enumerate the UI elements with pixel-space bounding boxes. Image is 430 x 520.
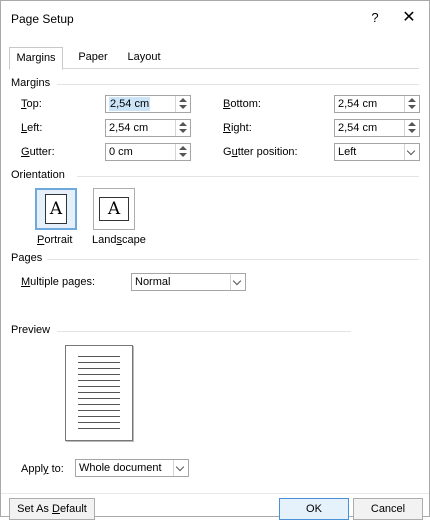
preview-text-line (78, 380, 120, 381)
spin-down-icon[interactable] (408, 105, 416, 109)
pages-group-label: Pages (11, 252, 43, 264)
pages-group-rule (47, 259, 419, 260)
spin-down-icon[interactable] (179, 129, 187, 133)
preview-text-line (78, 356, 120, 357)
spin-up-icon[interactable] (179, 122, 187, 126)
top-margin-value[interactable]: 2,54 cm (109, 97, 151, 111)
left-margin-value[interactable]: 2,54 cm (109, 121, 148, 135)
preview-text-line (78, 362, 120, 363)
spin-up-icon[interactable] (408, 98, 416, 102)
preview-group-rule (57, 331, 351, 332)
portrait-label: Portrait (37, 234, 73, 246)
gutter-position-value[interactable]: Left (338, 145, 356, 159)
chevron-down-icon[interactable] (173, 460, 188, 476)
gutter-spinner[interactable]: 0 cm (105, 143, 191, 161)
right-label: Right: (223, 122, 252, 134)
top-margin-spinner[interactable]: 2,54 cm (105, 95, 191, 113)
bottom-margin-spinner[interactable]: 2,54 cm (334, 95, 420, 113)
spin-up-icon[interactable] (408, 122, 416, 126)
landscape-page-icon: A (99, 197, 129, 221)
preview-text-line (78, 386, 120, 387)
preview-text-line (78, 410, 120, 411)
gutter-spin-arrows[interactable] (175, 144, 190, 160)
preview-group-label: Preview (11, 324, 51, 336)
margins-group-label: Margins (11, 77, 51, 89)
margins-group-rule (57, 84, 419, 85)
title-bar: Page Setup ? ✕ (1, 1, 429, 35)
preview-text-line (78, 422, 120, 423)
preview-text-line (78, 374, 120, 375)
landscape-button[interactable]: A (93, 188, 135, 230)
preview-text-line (78, 392, 120, 393)
bottom-margin-spin-arrows[interactable] (404, 96, 419, 112)
orientation-group-rule (77, 176, 419, 177)
right-margin-value[interactable]: 2,54 cm (338, 121, 377, 135)
left-margin-spinner[interactable]: 2,54 cm (105, 119, 191, 137)
close-button[interactable]: ✕ (397, 8, 421, 28)
apply-to-value[interactable]: Whole document (79, 461, 162, 475)
tab-paper[interactable]: Paper (73, 47, 113, 68)
spin-down-icon[interactable] (408, 129, 416, 133)
gutter-value[interactable]: 0 cm (109, 145, 133, 159)
orientation-group-label: Orientation (11, 169, 65, 181)
apply-to-label: Apply to: (21, 463, 64, 475)
page-setup-dialog: Page Setup ? ✕ Margins Paper Layout Marg… (0, 0, 430, 520)
top-margin-spin-arrows[interactable] (175, 96, 190, 112)
landscape-label: Landscape (92, 234, 146, 246)
gutter-position-select[interactable]: Left (334, 143, 420, 161)
preview-text-line (78, 404, 120, 405)
spin-up-icon[interactable] (179, 98, 187, 102)
gutter-position-label: Gutter position: (223, 146, 298, 158)
top-label: Top: (21, 98, 42, 110)
spin-up-icon[interactable] (179, 146, 187, 150)
apply-to-select[interactable]: Whole document (75, 459, 189, 477)
spin-down-icon[interactable] (179, 153, 187, 157)
tab-layout[interactable]: Layout (121, 47, 167, 68)
spin-down-icon[interactable] (179, 105, 187, 109)
tab-panel-border (9, 68, 419, 69)
preview-text-line (78, 416, 120, 417)
preview-page-thumbnail (65, 345, 133, 441)
chevron-down-icon[interactable] (230, 274, 245, 290)
help-button[interactable]: ? (365, 9, 385, 27)
multiple-pages-select[interactable]: Normal (131, 273, 246, 291)
left-label: Left: (21, 122, 43, 134)
window-title: Page Setup (11, 12, 74, 26)
tab-margins[interactable]: Margins (9, 47, 63, 70)
gutter-label: Gutter: (21, 146, 55, 158)
chevron-down-icon[interactable] (404, 144, 419, 160)
preview-text-line (78, 398, 120, 399)
portrait-page-icon: A (45, 194, 67, 224)
preview-text-line (78, 368, 120, 369)
portrait-button[interactable]: A (35, 188, 77, 230)
multiple-pages-label: Multiple pages: (21, 276, 95, 288)
bottom-label: Bottom: (223, 98, 261, 110)
right-margin-spin-arrows[interactable] (404, 120, 419, 136)
bottom-margin-value[interactable]: 2,54 cm (338, 97, 377, 111)
right-margin-spinner[interactable]: 2,54 cm (334, 119, 420, 137)
preview-text-line (78, 428, 120, 429)
footer-divider (1, 493, 429, 494)
left-margin-spin-arrows[interactable] (175, 120, 190, 136)
multiple-pages-value[interactable]: Normal (135, 275, 170, 289)
